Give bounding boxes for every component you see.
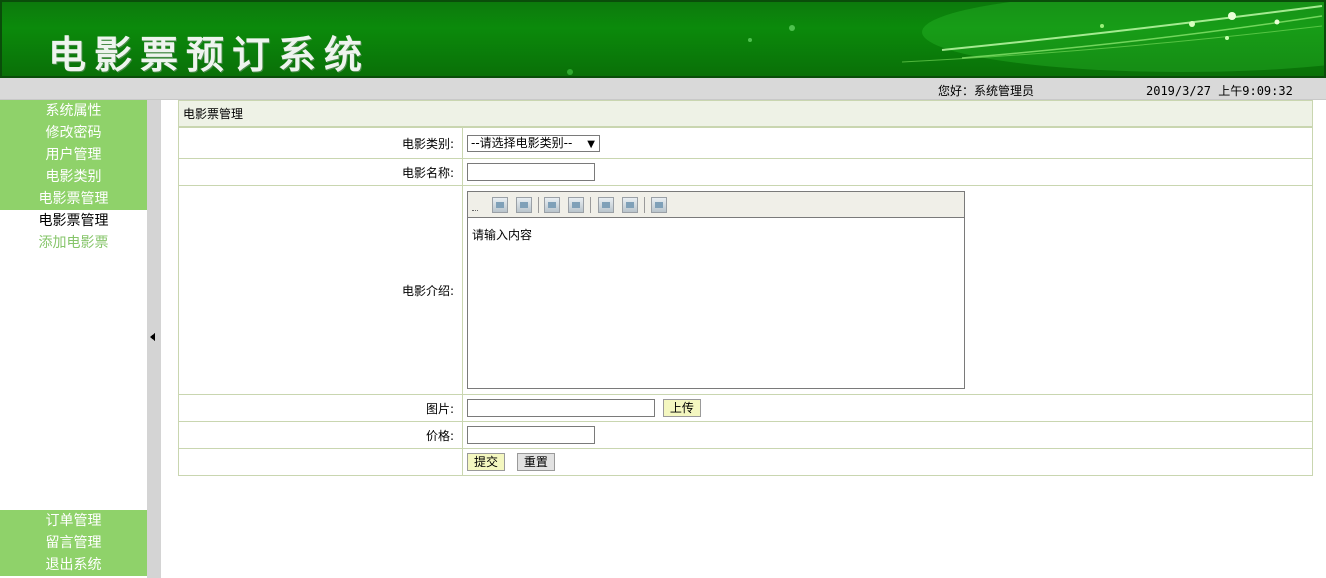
editor-tool-preview-icon[interactable] (651, 196, 667, 213)
category-select-value: --请选择电影类别-- (471, 135, 573, 150)
editor-toolbar (468, 191, 964, 218)
form-row-category: 电影类别: --请选择电影类别-- ▼ (178, 127, 1313, 159)
editor-tool-frame-icon[interactable] (568, 196, 584, 213)
form-row-actions: 提交 重置 (178, 448, 1313, 476)
sidebar: 系统属性 修改密码 用户管理 电影类别 电影票管理 电影票管理 添加电影票 订单… (0, 100, 147, 578)
sidebar-item-system-properties[interactable]: 系统属性 (0, 100, 147, 122)
editor-tool-paste-icon[interactable] (622, 196, 638, 213)
header-banner: 电影票预订系统 (0, 0, 1326, 78)
price-label: 价格: (178, 421, 463, 449)
reset-button[interactable]: 重置 (516, 453, 555, 471)
submit-button[interactable]: 提交 (467, 453, 506, 471)
panel-title: 电影票管理 (178, 100, 1313, 127)
sidebar-item-movie-category[interactable]: 电影类别 (0, 166, 147, 188)
rich-text-editor: 请输入内容 (467, 190, 965, 389)
sidebar-item-order-management[interactable]: 订单管理 (0, 510, 147, 532)
image-path-input[interactable] (467, 399, 655, 417)
editor-tool-image-icon[interactable] (492, 196, 508, 213)
editor-content[interactable]: 请输入内容 (468, 218, 964, 251)
upload-button[interactable]: 上传 (662, 399, 701, 417)
form-row-intro: 电影介绍: 请输入内容 (178, 185, 1313, 395)
toolbar-separator (590, 196, 591, 213)
main-panel: 电影票管理 电影类别: --请选择电影类别-- ▼ 电影名称: 电影介绍: 请输… (178, 100, 1313, 476)
editor-tool-image2-icon[interactable] (516, 196, 532, 213)
sidebar-item-logout[interactable]: 退出系统 (0, 554, 147, 576)
intro-label: 电影介绍: (178, 185, 463, 395)
sidebar-item-change-password[interactable]: 修改密码 (0, 122, 147, 144)
toolbar-grip-icon (472, 209, 478, 212)
user-greeting: 您好：系统管理员 (938, 84, 1035, 98)
sidebar-item-message-management[interactable]: 留言管理 (0, 532, 147, 554)
name-label: 电影名称: (178, 158, 463, 186)
category-label: 电影类别: (178, 127, 463, 159)
datetime-display: 2019/3/27 上午9:09:32 (1146, 84, 1293, 98)
sidebar-item-user-management[interactable]: 用户管理 (0, 144, 147, 166)
ticket-form: 电影类别: --请选择电影类别-- ▼ 电影名称: 电影介绍: 请输入内容 图片… (178, 127, 1313, 476)
toolbar-separator (538, 196, 539, 213)
sidebar-item-ticket-management[interactable]: 电影票管理 (0, 188, 147, 210)
editor-tool-table-icon[interactable] (544, 196, 560, 213)
form-row-price: 价格: (178, 421, 1313, 449)
status-bar: 您好：系统管理员 2019/3/27 上午9:09:32 (0, 78, 1326, 100)
chevron-down-icon: ▼ (587, 138, 595, 150)
app-title: 电影票预订系统 (48, 32, 371, 77)
editor-tool-copy-icon[interactable] (598, 196, 614, 213)
collapse-arrow-icon[interactable] (150, 333, 155, 341)
form-row-name: 电影名称: (178, 158, 1313, 186)
movie-name-input[interactable] (467, 163, 595, 181)
form-row-image: 图片: 上传 (178, 394, 1313, 422)
sidebar-subitem-ticket-management[interactable]: 电影票管理 (0, 210, 147, 232)
image-label: 图片: (178, 394, 463, 422)
toolbar-separator (644, 196, 645, 213)
sidebar-subitem-add-ticket[interactable]: 添加电影票 (0, 232, 147, 254)
price-input[interactable] (467, 426, 595, 444)
category-select[interactable]: --请选择电影类别-- ▼ (467, 134, 600, 152)
